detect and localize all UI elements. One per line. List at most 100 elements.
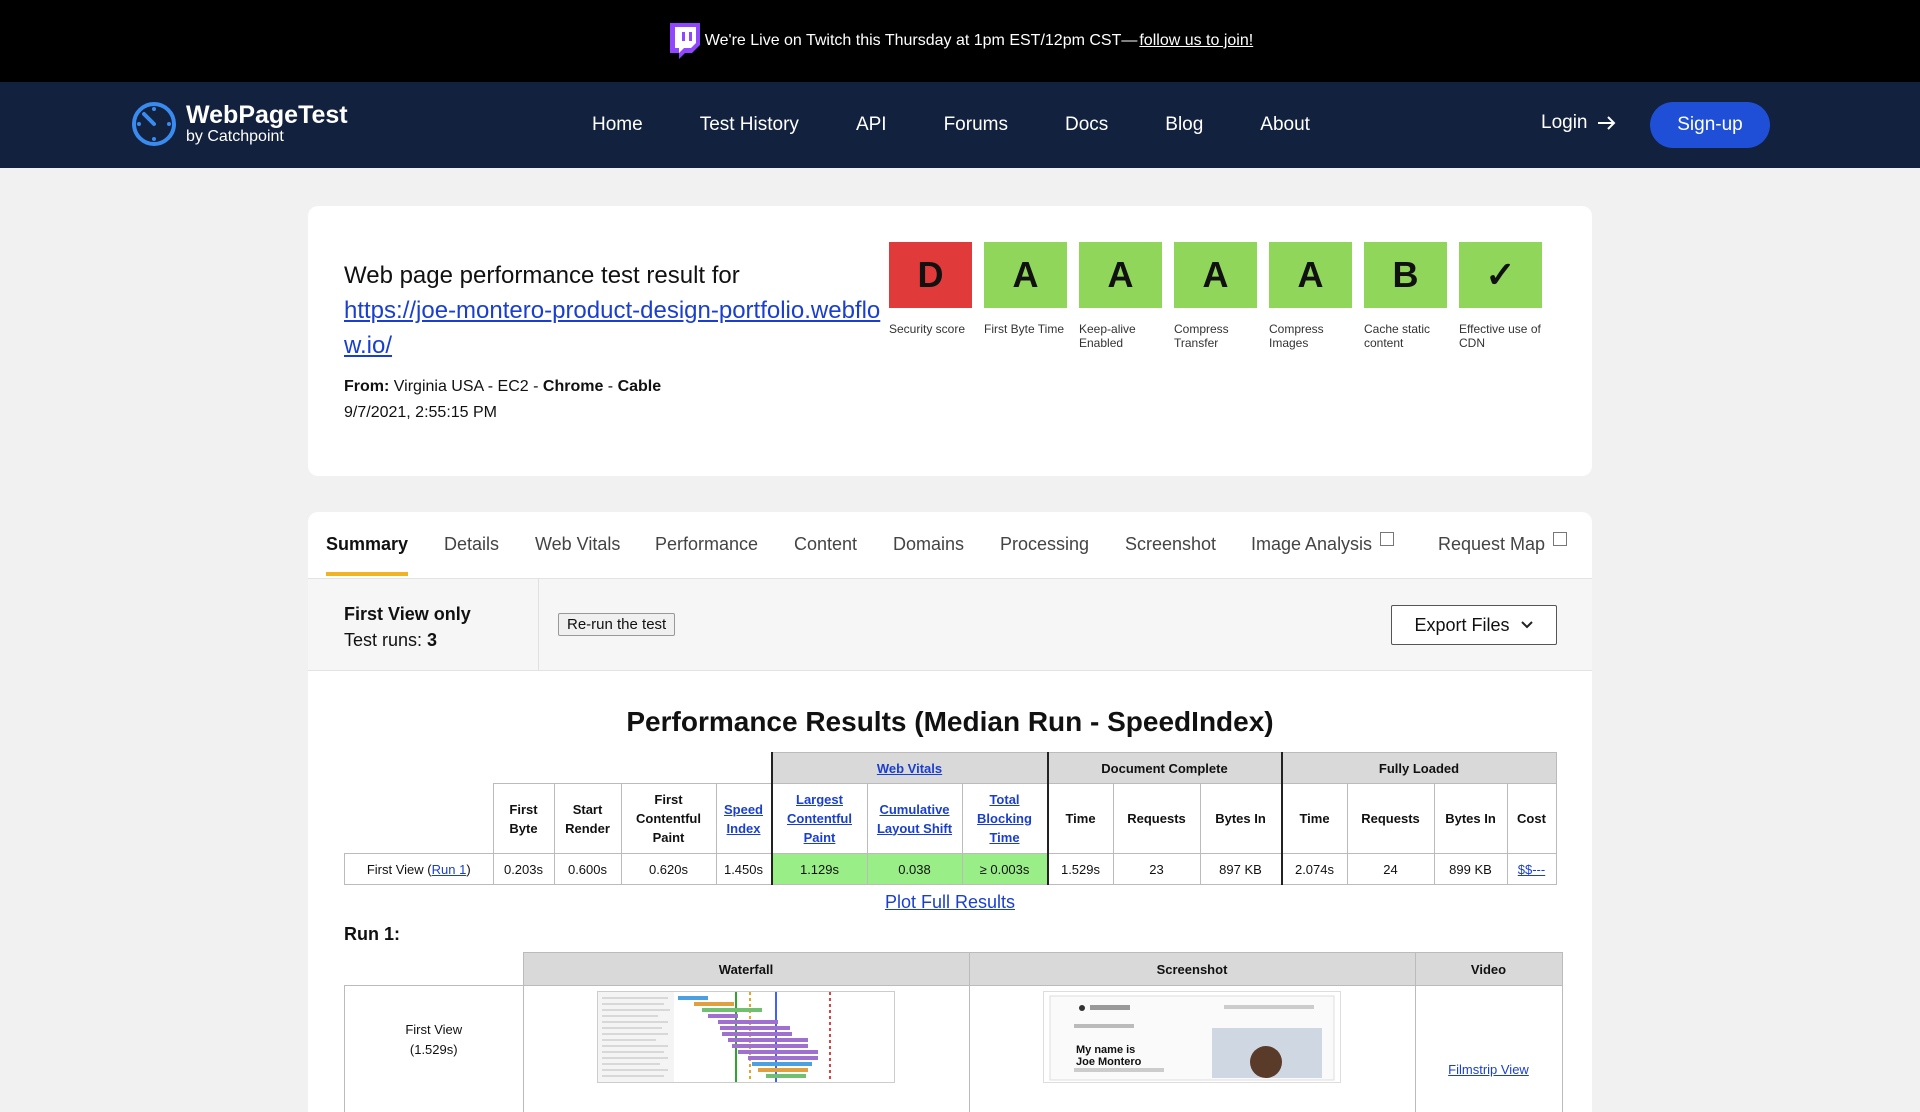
tab-screenshot[interactable]: Screenshot [1125, 534, 1216, 555]
external-link-icon [1380, 532, 1394, 546]
separator: - [608, 378, 613, 395]
col-waterfall: Waterfall [523, 953, 969, 986]
row-label: First View (Run 1) [345, 854, 494, 885]
col-fl-requests: Requests [1347, 784, 1434, 854]
run-info: First View only Test runs: 3 [344, 601, 471, 653]
fully-loaded-group: Fully Loaded [1282, 753, 1557, 784]
test-date: 9/7/2021, 2:55:15 PM [344, 400, 661, 426]
grade-compress-transfer[interactable]: ACompress Transfer [1174, 242, 1257, 350]
main-menu: Home Test History API Forums Docs Blog A… [592, 82, 1367, 168]
export-files-button[interactable]: Export Files [1391, 605, 1557, 645]
nav-blog[interactable]: Blog [1165, 114, 1203, 136]
col-screenshot: Screenshot [969, 953, 1415, 986]
banner-text: We're Live on Twitch this Thursday at 1p… [705, 32, 1138, 50]
col-fcp: First Contentful Paint [621, 784, 716, 854]
grade-cdn[interactable]: ✓Effective use of CDN [1459, 242, 1542, 350]
cls-link[interactable]: Cumulative Layout Shift [877, 802, 952, 836]
grade-label: Keep-alive Enabled [1079, 322, 1162, 350]
cell-fl-requests: 24 [1347, 854, 1434, 885]
result-summary-card: Web page performance test result for htt… [308, 206, 1592, 476]
cell-dc-requests: 23 [1113, 854, 1200, 885]
tab-image-analysis[interactable]: Image Analysis [1251, 534, 1394, 555]
login-link[interactable]: Login [1541, 112, 1618, 134]
runs-label: Test runs: [344, 630, 422, 650]
rerun-button[interactable]: Re-run the test [558, 613, 675, 636]
result-heading: Web page performance test result for htt… [344, 258, 884, 363]
grade-label: Compress Images [1269, 322, 1352, 350]
web-vitals-link[interactable]: Web Vitals [877, 761, 942, 776]
test-location: From: Virginia USA - EC2 - Chrome - Cabl… [344, 374, 661, 426]
tab-label: Request Map [1438, 534, 1545, 554]
nav-about[interactable]: About [1260, 114, 1310, 136]
tbt-link[interactable]: Total Blocking Time [977, 792, 1032, 845]
logo-title: WebPageTest [186, 102, 348, 128]
grade-box: A [984, 242, 1067, 308]
grade-box: B [1364, 242, 1447, 308]
signup-button[interactable]: Sign-up [1650, 102, 1770, 148]
cell-fl-time: 2.074s [1282, 854, 1348, 885]
nav-api[interactable]: API [856, 114, 887, 136]
test-info-bar: First View only Test runs: 3 Re-run the … [308, 579, 1592, 671]
speed-index-link[interactable]: Speed Index [724, 802, 763, 836]
cost-link[interactable]: $$--- [1518, 862, 1545, 877]
performance-results-table: Web Vitals Document Complete Fully Loade… [344, 752, 1557, 885]
logo-subtitle: by Catchpoint [186, 128, 348, 146]
grade-label: Effective use of CDN [1459, 322, 1542, 350]
grade-cache-static[interactable]: BCache static content [1364, 242, 1447, 350]
run-1-link[interactable]: Run 1 [432, 862, 467, 877]
tab-processing[interactable]: Processing [1000, 534, 1089, 555]
grade-security[interactable]: D Security score [889, 242, 972, 350]
nav-home[interactable]: Home [592, 114, 643, 136]
grade-keep-alive[interactable]: A Keep-alive Enabled [1079, 242, 1162, 350]
result-tabs: Summary Details Web Vitals Performance C… [308, 512, 1592, 579]
screenshot-thumbnail[interactable]: My name is Joe Montero [1043, 991, 1341, 1083]
cell-first-byte: 0.203s [493, 854, 554, 885]
filmstrip-view-link[interactable]: Filmstrip View [1448, 1062, 1529, 1077]
location-text: Virginia USA - EC2 - [394, 378, 539, 395]
tested-url-link[interactable]: https://joe-montero-product-design-portf… [344, 297, 880, 359]
screenshot-cell: My name is Joe Montero [969, 986, 1415, 1112]
announcement-banner: We're Live on Twitch this Thursday at 1p… [0, 0, 1920, 82]
screenshot-name: My name is Joe Montero [1076, 1044, 1146, 1068]
grade-label: First Byte Time [984, 322, 1067, 336]
col-first-byte: First Byte [493, 784, 554, 854]
connection-text: Cable [618, 378, 662, 395]
col-cost: Cost [1507, 784, 1556, 854]
col-cls: Cumulative Layout Shift [867, 784, 962, 854]
grade-first-byte[interactable]: A First Byte Time [984, 242, 1067, 350]
nav-docs[interactable]: Docs [1065, 114, 1108, 136]
twitch-icon [667, 21, 703, 61]
cell-cls: 0.038 [867, 854, 962, 885]
tab-content[interactable]: Content [794, 534, 857, 555]
banner-link[interactable]: follow us to join! [1139, 32, 1253, 50]
nav-forums[interactable]: Forums [944, 114, 1008, 136]
grade-box: D [889, 242, 972, 308]
run-title: Run 1: [344, 924, 400, 945]
tab-request-map[interactable]: Request Map [1438, 534, 1567, 555]
nav-test-history[interactable]: Test History [700, 114, 799, 136]
grade-box: A [1174, 242, 1257, 308]
document-complete-group: Document Complete [1048, 753, 1282, 784]
tab-domains[interactable]: Domains [893, 534, 964, 555]
logo[interactable]: WebPageTest by Catchpoint [130, 100, 348, 148]
cell-lcp: 1.129s [772, 854, 868, 885]
col-fl-time: Time [1282, 784, 1348, 854]
tab-web-vitals[interactable]: Web Vitals [535, 534, 620, 555]
tab-summary[interactable]: Summary [326, 534, 408, 555]
cell-dc-bytes: 897 KB [1200, 854, 1282, 885]
waterfall-thumbnail[interactable] [597, 991, 895, 1083]
grade-compress-images[interactable]: ACompress Images [1269, 242, 1352, 350]
top-nav: WebPageTest by Catchpoint Home Test Hist… [0, 82, 1920, 168]
tab-details[interactable]: Details [444, 534, 499, 555]
grade-box: A [1079, 242, 1162, 308]
blank-cell [345, 784, 494, 854]
grade-label: Security score [889, 322, 972, 336]
tab-performance[interactable]: Performance [655, 534, 758, 555]
plot-full-results-link[interactable]: Plot Full Results [885, 892, 1015, 912]
lcp-link[interactable]: Largest Contentful Paint [787, 792, 852, 845]
screenshot-image [1044, 992, 1340, 1082]
col-dc-time: Time [1048, 784, 1114, 854]
tab-label: Image Analysis [1251, 534, 1372, 554]
col-tbt: Total Blocking Time [962, 784, 1048, 854]
chevron-down-icon [1520, 620, 1534, 630]
